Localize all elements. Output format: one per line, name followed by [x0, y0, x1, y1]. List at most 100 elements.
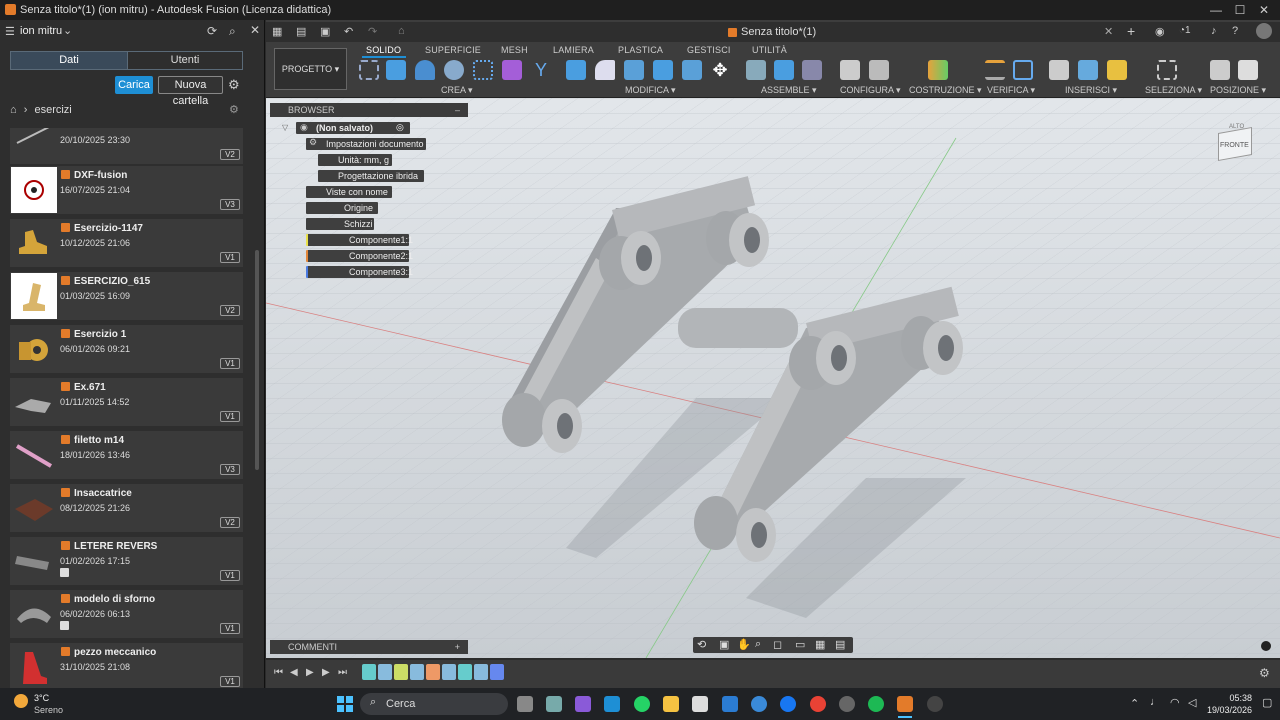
clock-time[interactable]: 05:38 — [1210, 693, 1252, 703]
waffle-icon[interactable]: ☰ — [5, 25, 15, 38]
minimize-icon[interactable]: — — [1204, 0, 1228, 20]
edge-icon[interactable] — [751, 696, 767, 712]
move-icon[interactable]: ✥ — [710, 60, 730, 80]
search-icon[interactable]: ⌕ — [229, 24, 236, 39]
microphone-icon[interactable]: ♩ — [1150, 696, 1161, 708]
breadcrumb-folder[interactable]: esercizi — [34, 104, 71, 116]
version-badge[interactable]: V2 — [220, 305, 240, 316]
file-explorer-icon[interactable] — [663, 696, 679, 712]
parameters-icon[interactable] — [840, 60, 860, 80]
play-icon[interactable]: ▶ — [306, 667, 314, 678]
extrude-icon[interactable] — [386, 60, 406, 80]
fit-icon[interactable]: ◻ — [773, 638, 782, 651]
tree-root[interactable]: (Non salvato) — [296, 122, 410, 134]
chrome-icon[interactable] — [810, 696, 826, 712]
construction-plane-icon[interactable] — [928, 60, 948, 80]
capture-position-icon[interactable] — [1238, 60, 1258, 80]
file-menu-icon[interactable]: ▤ — [296, 25, 306, 38]
upload-button[interactable]: Carica — [115, 76, 153, 94]
facebook-icon[interactable] — [780, 696, 796, 712]
tab-plastica[interactable]: PLASTICA — [618, 45, 663, 55]
form-icon[interactable] — [502, 60, 522, 80]
browser-panel-header[interactable]: BROWSER – — [270, 103, 468, 117]
group-inserisci[interactable]: INSERISCI ▾ — [1065, 85, 1117, 96]
close-panel-icon[interactable]: ✕ — [250, 23, 260, 37]
list-item[interactable]: filetto m14 18/01/2026 13:46 V3 — [10, 431, 243, 479]
group-crea[interactable]: CREA ▾ — [441, 85, 473, 96]
file-list-scrollbar[interactable] — [255, 250, 259, 470]
group-configura[interactable]: CONFIGURA ▾ — [840, 85, 901, 96]
chevron-down-icon[interactable]: ⌄ — [63, 24, 72, 37]
tree-node-hybrid[interactable]: Progettazione ibrida — [318, 170, 424, 182]
app-icon[interactable] — [839, 696, 855, 712]
timeline-settings-icon[interactable]: ⚙ — [1259, 666, 1270, 680]
insert-image-icon[interactable] — [1078, 60, 1098, 80]
wifi-icon[interactable]: ◠ — [1170, 696, 1180, 709]
list-item[interactable]: Ex.671 01/11/2025 14:52 V1 — [10, 378, 243, 426]
list-item[interactable]: ESERCIZIO_615 01/03/2025 16:09 V2 — [10, 272, 243, 320]
ms-store-icon[interactable] — [692, 696, 708, 712]
viewport-canvas[interactable] — [266, 98, 1280, 658]
joint-icon[interactable] — [774, 60, 794, 80]
bell-icon[interactable]: ♪ — [1211, 25, 1217, 37]
teams-icon[interactable] — [575, 696, 591, 712]
insert-derive-icon[interactable] — [1049, 60, 1069, 80]
tree-node-component2[interactable]: Componente2:1 — [306, 250, 413, 262]
new-tab-icon[interactable]: + — [1127, 23, 1135, 39]
tab-utilita[interactable]: UTILITÀ — [752, 45, 787, 55]
media-player-icon[interactable] — [927, 696, 943, 712]
tree-node-component3[interactable]: Componente3:1 — [306, 266, 413, 278]
tree-node-component1[interactable]: Componente1:1 — [306, 234, 413, 246]
version-badge[interactable]: V3 — [220, 464, 240, 475]
tab-lamiera[interactable]: LAMIERA — [553, 45, 594, 55]
job-status-icon[interactable]: ◉ — [1155, 25, 1165, 38]
account-name[interactable]: ion mitru — [20, 25, 62, 37]
list-item[interactable]: DXF-fusion 16/07/2025 21:04 V3 — [10, 166, 243, 214]
home-icon[interactable]: ⌂ — [10, 104, 17, 116]
comments-panel-header[interactable]: COMMENTI + — [270, 640, 468, 654]
revolve-icon[interactable] — [415, 60, 435, 80]
interference-icon[interactable] — [1013, 60, 1033, 80]
orbit-icon[interactable]: ⟲ — [697, 638, 706, 651]
configure-table-icon[interactable] — [869, 60, 889, 80]
home-view-icon[interactable]: ⌂ — [398, 25, 405, 37]
tree-node-settings[interactable]: Impostazioni documento — [306, 138, 426, 150]
list-item[interactable]: Esercizio-1147 10/12/2025 21:06 V1 — [10, 219, 243, 267]
measure-icon[interactable] — [985, 60, 1005, 80]
calculator-icon[interactable] — [546, 696, 562, 712]
taskbar-search[interactable]: Cerca — [360, 693, 508, 715]
group-seleziona[interactable]: SELEZIONA ▾ — [1145, 85, 1202, 96]
expand-icon[interactable]: ▽ — [282, 123, 288, 132]
align-icon[interactable] — [1210, 60, 1230, 80]
document-tab[interactable]: Senza titolo*(1) — [741, 26, 816, 38]
gear-icon[interactable]: ⚙ — [228, 77, 240, 93]
new-folder-button[interactable]: Nuova cartella — [158, 76, 223, 107]
version-badge[interactable]: V1 — [220, 623, 240, 634]
select-icon[interactable] — [1157, 60, 1177, 80]
status-icon[interactable] — [1261, 641, 1271, 651]
as-built-joint-icon[interactable] — [802, 60, 822, 80]
list-item[interactable]: Esercizio 1 06/01/2026 09:21 V1 — [10, 325, 243, 373]
add-comment-icon[interactable]: + — [455, 640, 460, 654]
step-back-icon[interactable]: ◀ — [290, 667, 298, 678]
volume-icon[interactable]: ◁ — [1188, 696, 1196, 709]
collapse-icon[interactable]: – — [455, 103, 460, 117]
undo-icon[interactable]: ↶ — [344, 25, 353, 38]
version-badge[interactable]: V2 — [220, 517, 240, 528]
notification-count-icon[interactable]: ◔1 — [1179, 25, 1191, 36]
display-settings-icon[interactable]: ▭ — [795, 638, 805, 651]
word-icon[interactable] — [722, 696, 738, 712]
go-to-start-icon[interactable]: ⏮ — [274, 667, 283, 678]
notifications-icon[interactable]: ▢ — [1262, 696, 1272, 709]
view-cube[interactable]: FRONTE ALTO — [1212, 120, 1258, 166]
settings-small-icon[interactable]: ⚙ — [229, 103, 239, 116]
list-item[interactable]: 20/10/2025 23:30 V2 — [10, 128, 243, 164]
avatar[interactable] — [1256, 23, 1272, 39]
new-component-icon[interactable] — [746, 60, 766, 80]
maximize-icon[interactable]: ☐ — [1228, 0, 1252, 20]
tab-solido[interactable]: SOLIDO — [366, 45, 401, 55]
chevron-up-icon[interactable]: ⌃ — [1130, 697, 1139, 710]
store-icon[interactable] — [604, 696, 620, 712]
group-costruzione[interactable]: COSTRUZIONE ▾ — [909, 85, 982, 96]
workspace-selector[interactable]: PROGETTO ▾ — [274, 48, 347, 90]
